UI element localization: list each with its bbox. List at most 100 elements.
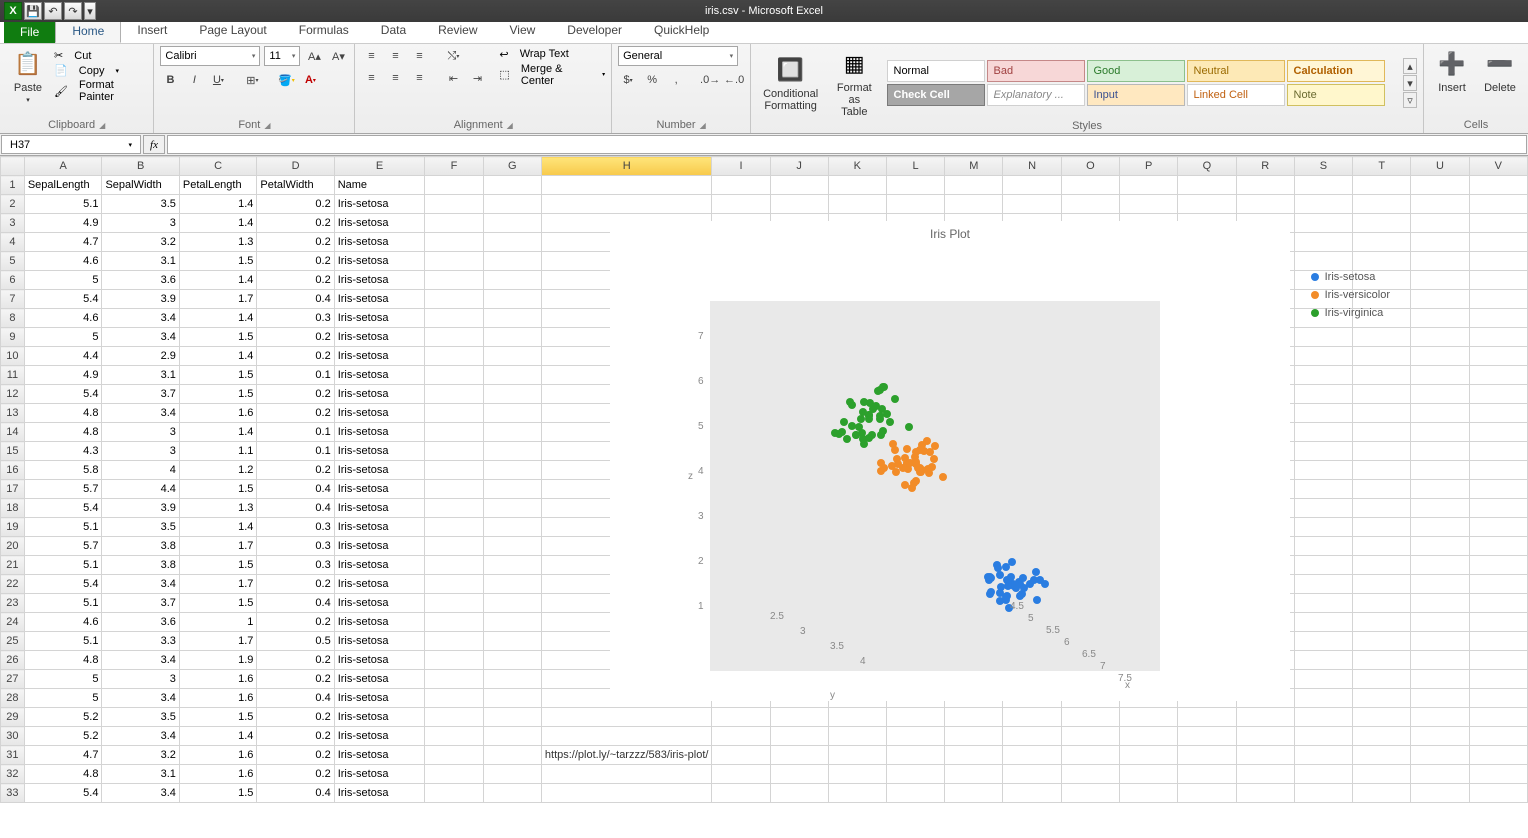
cell-A15[interactable]: 4.3	[24, 442, 102, 461]
col-header-J[interactable]: J	[770, 157, 828, 176]
fx-button[interactable]: fx	[143, 135, 165, 154]
col-header-A[interactable]: A	[24, 157, 102, 176]
cell-S26[interactable]	[1294, 651, 1352, 670]
cell-F14[interactable]	[425, 423, 483, 442]
cell-F30[interactable]	[425, 727, 483, 746]
font-name-combo[interactable]: Calibri▾	[160, 46, 260, 66]
cell-E11[interactable]: Iris-setosa	[334, 366, 425, 385]
cell-V23[interactable]	[1469, 594, 1527, 613]
bold-button[interactable]: B	[160, 70, 180, 90]
cell-I2[interactable]	[712, 195, 770, 214]
undo-button[interactable]: ↶	[44, 2, 62, 20]
cell-N2[interactable]	[1003, 195, 1061, 214]
cell-D25[interactable]: 0.5	[257, 632, 334, 651]
cell-Q33[interactable]	[1178, 784, 1236, 803]
cell-V2[interactable]	[1469, 195, 1527, 214]
cell-A4[interactable]: 4.7	[24, 233, 102, 252]
cell-R1[interactable]	[1236, 176, 1294, 195]
cell-V17[interactable]	[1469, 480, 1527, 499]
cell-F23[interactable]	[425, 594, 483, 613]
cell-C21[interactable]: 1.5	[179, 556, 257, 575]
cell-U24[interactable]	[1411, 613, 1469, 632]
cell-O2[interactable]	[1061, 195, 1119, 214]
cell-S29[interactable]	[1294, 708, 1352, 727]
cell-B12[interactable]: 3.7	[102, 385, 179, 404]
cell-O33[interactable]	[1061, 784, 1119, 803]
cell-B23[interactable]: 3.7	[102, 594, 179, 613]
cell-A21[interactable]: 5.1	[24, 556, 102, 575]
row-header-4[interactable]: 4	[1, 233, 25, 252]
cell-C30[interactable]: 1.4	[179, 727, 257, 746]
cell-J2[interactable]	[770, 195, 828, 214]
cell-C3[interactable]: 1.4	[179, 214, 257, 233]
cell-H32[interactable]	[541, 765, 712, 784]
row-header-26[interactable]: 26	[1, 651, 25, 670]
style-explanatory-[interactable]: Explanatory ...	[987, 84, 1085, 106]
cell-V32[interactable]	[1469, 765, 1527, 784]
cell-B8[interactable]: 3.4	[102, 309, 179, 328]
tab-formulas[interactable]: Formulas	[283, 19, 365, 43]
cell-M30[interactable]	[945, 727, 1003, 746]
cell-V27[interactable]	[1469, 670, 1527, 689]
cell-J32[interactable]	[770, 765, 828, 784]
cell-A6[interactable]: 5	[24, 271, 102, 290]
cell-I31[interactable]	[712, 746, 770, 765]
cell-S9[interactable]	[1294, 328, 1352, 347]
cell-C11[interactable]: 1.5	[179, 366, 257, 385]
cell-O29[interactable]	[1061, 708, 1119, 727]
cell-C27[interactable]: 1.6	[179, 670, 257, 689]
cell-G27[interactable]	[483, 670, 541, 689]
tab-view[interactable]: View	[494, 19, 552, 43]
cell-A23[interactable]: 5.1	[24, 594, 102, 613]
cell-J30[interactable]	[770, 727, 828, 746]
indent-decrease-button[interactable]: ⇤	[443, 68, 463, 88]
cell-U25[interactable]	[1411, 632, 1469, 651]
cell-B2[interactable]: 3.5	[102, 195, 179, 214]
cell-E28[interactable]: Iris-setosa	[334, 689, 425, 708]
cell-H33[interactable]	[541, 784, 712, 803]
col-header-C[interactable]: C	[179, 157, 257, 176]
cell-T29[interactable]	[1353, 708, 1411, 727]
cell-A30[interactable]: 5.2	[24, 727, 102, 746]
font-size-combo[interactable]: 11▾	[264, 46, 300, 66]
cell-F1[interactable]	[425, 176, 483, 195]
cell-E33[interactable]: Iris-setosa	[334, 784, 425, 803]
cell-F6[interactable]	[425, 271, 483, 290]
align-right-button[interactable]: ≡	[409, 68, 429, 88]
cell-V33[interactable]	[1469, 784, 1527, 803]
cell-G4[interactable]	[483, 233, 541, 252]
cell-D8[interactable]: 0.3	[257, 309, 334, 328]
col-header-F[interactable]: F	[425, 157, 483, 176]
cell-G15[interactable]	[483, 442, 541, 461]
cell-A20[interactable]: 5.7	[24, 537, 102, 556]
style-neutral[interactable]: Neutral	[1187, 60, 1285, 82]
embedded-chart[interactable]: Iris Plot Iris-setosaIris-versicolorIris…	[610, 221, 1290, 701]
cell-D29[interactable]: 0.2	[257, 708, 334, 727]
cell-U18[interactable]	[1411, 499, 1469, 518]
cell-U5[interactable]	[1411, 252, 1469, 271]
row-header-33[interactable]: 33	[1, 784, 25, 803]
cell-A24[interactable]: 4.6	[24, 613, 102, 632]
cell-E21[interactable]: Iris-setosa	[334, 556, 425, 575]
underline-button[interactable]: U▾	[208, 70, 228, 90]
cell-G25[interactable]	[483, 632, 541, 651]
cell-C22[interactable]: 1.7	[179, 575, 257, 594]
cell-U1[interactable]	[1411, 176, 1469, 195]
cell-U21[interactable]	[1411, 556, 1469, 575]
cell-S20[interactable]	[1294, 537, 1352, 556]
cell-G6[interactable]	[483, 271, 541, 290]
cell-C18[interactable]: 1.3	[179, 499, 257, 518]
cell-C12[interactable]: 1.5	[179, 385, 257, 404]
cell-S2[interactable]	[1294, 195, 1352, 214]
cell-T21[interactable]	[1353, 556, 1411, 575]
cell-I33[interactable]	[712, 784, 770, 803]
cell-D5[interactable]: 0.2	[257, 252, 334, 271]
cell-V28[interactable]	[1469, 689, 1527, 708]
cell-H31[interactable]: https://plot.ly/~tarzzz/583/iris-plot/	[541, 746, 712, 765]
cell-V9[interactable]	[1469, 328, 1527, 347]
tab-review[interactable]: Review	[422, 19, 493, 43]
cell-E19[interactable]: Iris-setosa	[334, 518, 425, 537]
col-header-U[interactable]: U	[1411, 157, 1469, 176]
cell-G10[interactable]	[483, 347, 541, 366]
cell-T20[interactable]	[1353, 537, 1411, 556]
